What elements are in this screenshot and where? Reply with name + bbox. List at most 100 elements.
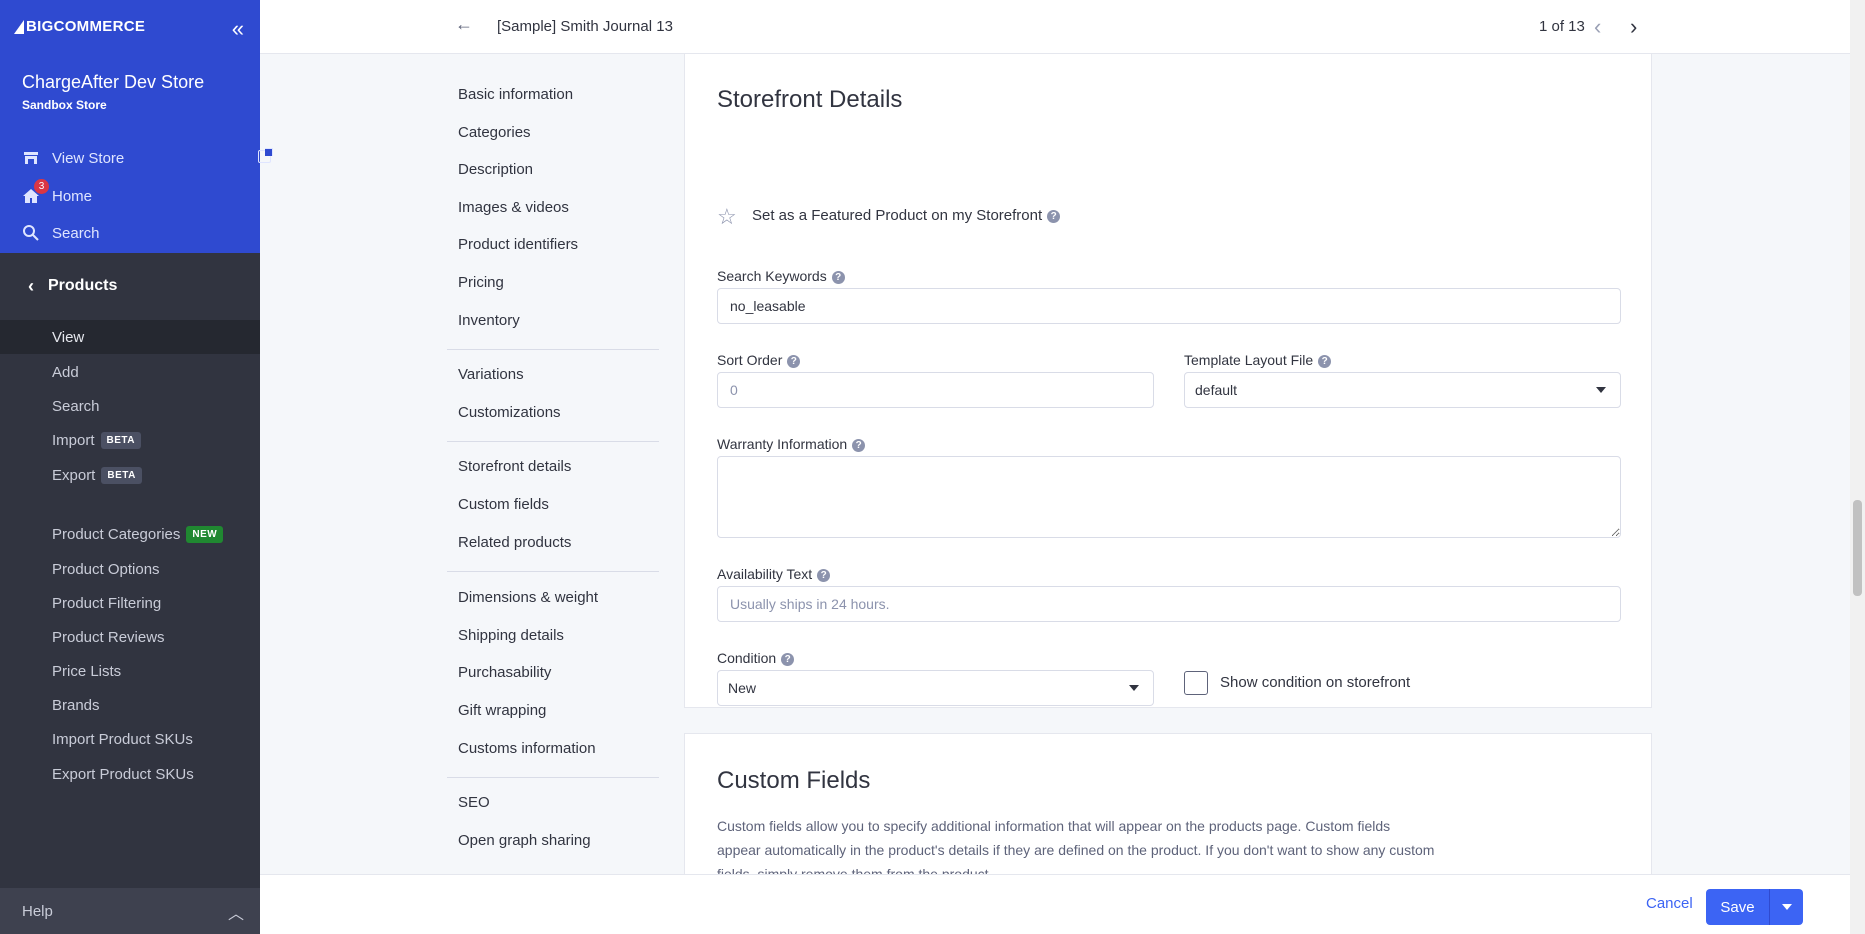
divider: [447, 571, 659, 572]
help-icon[interactable]: ?: [852, 439, 866, 452]
subnav-shipping-details[interactable]: Shipping details: [458, 627, 564, 644]
subnav-storefront-details[interactable]: Storefront details: [458, 458, 571, 475]
divider: [447, 777, 659, 778]
search-icon: [22, 224, 40, 242]
sidebar-item-view[interactable]: View: [0, 320, 260, 354]
sidebar-item-import[interactable]: Import BETA: [0, 423, 260, 457]
collapse-sidebar-icon[interactable]: «: [232, 18, 244, 40]
help-toggle[interactable]: Help ︿: [0, 888, 260, 934]
sidebar-item-export[interactable]: Export BETA: [0, 458, 260, 492]
scrollbar[interactable]: [1850, 0, 1865, 934]
sidebar-item-search[interactable]: Search: [0, 389, 260, 423]
section-title: Storefront Details: [717, 86, 903, 113]
scrollbar-thumb[interactable]: [1853, 500, 1862, 596]
view-store-link[interactable]: View Store: [22, 148, 274, 167]
warranty-textarea[interactable]: [717, 456, 1621, 538]
help-icon[interactable]: ?: [831, 271, 845, 284]
new-badge: NEW: [186, 525, 224, 543]
subnav-description[interactable]: Description: [458, 161, 533, 178]
chevron-left-icon: ‹: [28, 275, 34, 296]
subnav-customs-information[interactable]: Customs information: [458, 740, 596, 757]
help-icon[interactable]: ?: [787, 355, 801, 368]
bigcommerce-logo[interactable]: BIGCOMMERCE: [14, 18, 145, 35]
sidebar-item-label: Brands: [52, 696, 100, 714]
store-type: Sandbox Store: [22, 98, 107, 112]
subnav-purchasability[interactable]: Purchasability: [458, 664, 551, 681]
search-link[interactable]: Search: [22, 224, 100, 242]
chevron-left-icon[interactable]: ‹: [1594, 14, 1601, 40]
sidebar-item-label: Export Product SKUs: [52, 765, 194, 783]
subnav-gift-wrapping[interactable]: Gift wrapping: [458, 702, 546, 719]
cancel-button[interactable]: Cancel: [1646, 895, 1693, 912]
products-section-back[interactable]: ‹ Products: [0, 253, 260, 319]
sidebar-item-add[interactable]: Add: [0, 355, 260, 389]
subnav-related-products[interactable]: Related products: [458, 534, 571, 551]
sidebar-item-product-filtering[interactable]: Product Filtering: [0, 586, 260, 620]
subnav-pricing[interactable]: Pricing: [458, 274, 504, 291]
storefront-icon: [22, 149, 40, 167]
help-icon[interactable]: ?: [817, 569, 831, 582]
sidebar-item-label: Search: [52, 397, 100, 415]
sidebar-item-label: Product Categories: [52, 525, 181, 543]
page-title: [Sample] Smith Journal 13: [497, 18, 673, 35]
sidebar-header: BIGCOMMERCE « ChargeAfter Dev Store Sand…: [0, 0, 274, 253]
subnav-custom-fields[interactable]: Custom fields: [458, 496, 549, 513]
section-title: Custom Fields: [717, 767, 871, 794]
sort-order-input[interactable]: [717, 372, 1154, 408]
search-label: Search: [52, 224, 100, 242]
sidebar-item-label: Product Filtering: [52, 594, 162, 612]
sidebar-item-label: View: [52, 328, 85, 346]
custom-fields-card: Custom Fields Custom fields allow you to…: [684, 733, 1652, 893]
featured-product-toggle[interactable]: Set as a Featured Product on my Storefro…: [752, 207, 1061, 224]
availability-input[interactable]: [717, 586, 1621, 622]
beta-badge: BETA: [101, 466, 142, 484]
save-options-button[interactable]: [1769, 889, 1803, 925]
search-keywords-label: Search Keywords?: [717, 268, 845, 284]
page-header: ← [Sample] Smith Journal 13 1 of 13 ‹ ›: [260, 0, 1850, 54]
subnav-inventory[interactable]: Inventory: [458, 312, 520, 329]
beta-badge: BETA: [100, 431, 141, 449]
save-button[interactable]: Save: [1706, 889, 1769, 925]
back-arrow-icon[interactable]: ←: [455, 14, 473, 35]
caret-down-icon: [1129, 685, 1139, 691]
subnav-seo[interactable]: SEO: [458, 794, 490, 811]
help-icon[interactable]: ?: [1318, 355, 1332, 368]
show-condition-checkbox[interactable]: [1184, 671, 1208, 695]
sidebar-item-brands[interactable]: Brands: [0, 688, 260, 722]
subnav-categories[interactable]: Categories: [458, 124, 531, 141]
subnav-customizations[interactable]: Customizations: [458, 404, 561, 421]
sidebar-item-product-categories[interactable]: Product Categories NEW: [0, 517, 260, 551]
sidebar-item-product-options[interactable]: Product Options: [0, 552, 260, 586]
store-name: ChargeAfter Dev Store: [22, 72, 205, 92]
sidebar-item-import-skus[interactable]: Import Product SKUs: [0, 722, 260, 756]
subnav-images-videos[interactable]: Images & videos: [458, 199, 569, 216]
chevron-right-icon[interactable]: ›: [1630, 14, 1637, 40]
help-icon[interactable]: ?: [781, 653, 795, 666]
sidebar-item-label: Price Lists: [52, 662, 122, 680]
subnav-open-graph-sharing[interactable]: Open graph sharing: [458, 832, 591, 849]
sidebar-item-label: Export: [52, 466, 96, 484]
condition-label: Condition?: [717, 650, 795, 666]
subnav-dimensions-weight[interactable]: Dimensions & weight: [458, 589, 598, 606]
star-icon[interactable]: ☆: [717, 204, 737, 230]
warranty-label: Warranty Information?: [717, 436, 866, 452]
subnav-product-identifiers[interactable]: Product identifiers: [458, 236, 578, 253]
sidebar-item-price-lists[interactable]: Price Lists: [0, 654, 260, 688]
template-layout-value: default: [1195, 382, 1238, 398]
search-keywords-input[interactable]: [717, 288, 1621, 324]
subnav-variations[interactable]: Variations: [458, 366, 524, 383]
divider: [447, 441, 659, 442]
chevron-up-icon: ︿: [227, 906, 244, 923]
home-link[interactable]: 3 Home: [22, 179, 92, 205]
notification-badge: 3: [34, 179, 49, 194]
subnav-basic-information[interactable]: Basic information: [458, 86, 573, 103]
sidebar-item-label: Product Options: [52, 560, 160, 578]
help-icon[interactable]: ?: [1047, 210, 1061, 223]
sidebar-item-label: Import Product SKUs: [52, 730, 193, 748]
brand-name: BIGCOMMERCE: [26, 18, 146, 35]
availability-label: Availability Text?: [717, 566, 831, 582]
condition-select[interactable]: New: [717, 670, 1154, 706]
template-layout-select[interactable]: default: [1184, 372, 1621, 408]
sidebar-item-product-reviews[interactable]: Product Reviews: [0, 620, 260, 654]
sidebar-item-export-skus[interactable]: Export Product SKUs: [0, 757, 260, 791]
